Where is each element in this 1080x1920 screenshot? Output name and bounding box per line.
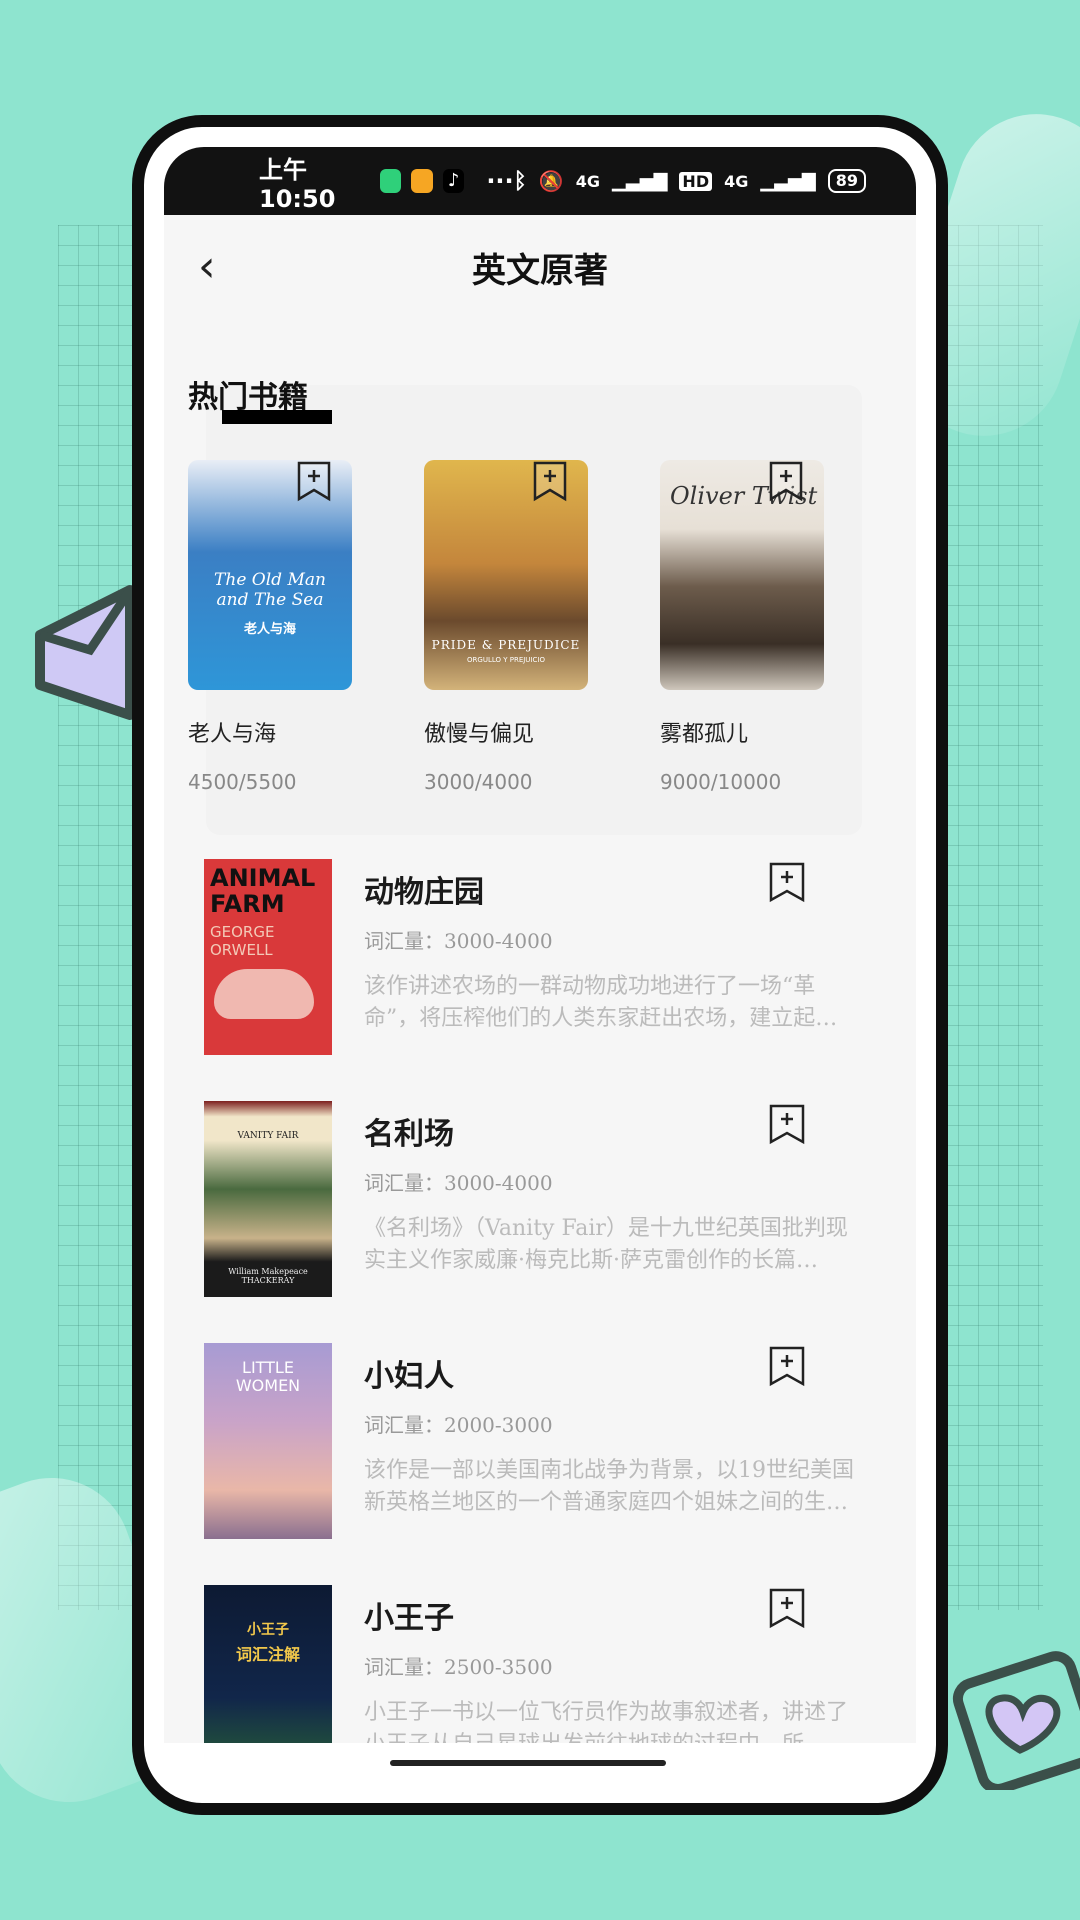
app-icon-orange <box>411 169 433 193</box>
hot-title-underline <box>222 410 332 424</box>
cover-title: LITTLE WOMEN <box>235 1358 301 1395</box>
bookmark-add-icon[interactable] <box>768 460 804 502</box>
cover-author: GEORGE ORWELL <box>210 923 275 959</box>
book-name: 小妇人 <box>364 1359 454 1394</box>
network-2: 4G <box>724 171 749 191</box>
list-item[interactable]: 小王子 词汇注解 小王子 词汇量：2500-3500 小王子一书以一位飞行员作为… <box>164 1585 916 1743</box>
network-1: 4G <box>575 171 601 191</box>
page-title: 英文原著 <box>472 251 608 291</box>
status-time: 上午10:50 <box>259 155 336 213</box>
book-word-count: 3000/4000 <box>424 770 533 794</box>
book-cover: ANIMAL FARM GEORGE ORWELL <box>204 859 332 1055</box>
app-screen: 上午10:50 ♪ ··· ᛒ 🔕 4G ▁▃▅▇ HD 4G ▁▃▅▇ 89 … <box>164 147 916 1743</box>
hd-badge: HD <box>679 171 713 191</box>
cover-subtitle: ORGULLO Y PREJUICIO <box>467 656 545 664</box>
hot-book-oliver-twist[interactable]: Oliver Twist 雾都孤儿 9000/10000 <box>660 460 824 794</box>
bookmark-add-icon[interactable] <box>768 1587 806 1629</box>
book-name: 老人与海 <box>188 722 277 747</box>
book-list: ANIMAL FARM GEORGE ORWELL 动物庄园 词汇量：3000-… <box>164 859 916 1743</box>
list-item[interactable]: LITTLE WOMEN 小妇人 词汇量：2000-3000 该作是一部以美国南… <box>164 1343 916 1585</box>
cover-title: The Old Man and The Sea <box>214 570 326 610</box>
bookmark-add-icon[interactable] <box>768 1103 806 1145</box>
book-name: 名利场 <box>364 1117 454 1152</box>
book-vocab: 词汇量：2000-3000 <box>364 1413 553 1437</box>
book-description: 该作讲述农场的一群动物成功地进行了一场“革命”，将压榨他们的人类东家赶出农场，建… <box>364 974 838 1031</box>
cover-title: 小王子 <box>247 1622 289 1638</box>
book-cover: 小王子 词汇注解 <box>204 1585 332 1743</box>
bluetooth-icon: ᛒ <box>513 168 527 194</box>
bookmark-add-icon[interactable] <box>768 1345 806 1387</box>
list-item[interactable]: ANIMAL FARM GEORGE ORWELL 动物庄园 词汇量：3000-… <box>164 859 916 1101</box>
book-word-count: 4500/5500 <box>188 770 297 794</box>
heart-card-icon <box>952 1651 1080 1790</box>
cover-title: PRIDE & PREJUDICE <box>431 638 581 652</box>
hot-book-old-man-and-sea[interactable]: The Old Man and The Sea 老人与海 老人与海 4500/5… <box>188 460 352 794</box>
cover-title: ANIMAL FARM <box>210 864 316 918</box>
book-cover: LITTLE WOMEN <box>204 1343 332 1539</box>
book-name: 小王子 <box>364 1601 454 1636</box>
book-word-count: 9000/10000 <box>660 770 782 794</box>
book-vocab: 词汇量：3000-4000 <box>364 1171 553 1195</box>
nav-bar: ‹ 英文原著 <box>164 215 916 315</box>
status-right: ᛒ 🔕 4G ▁▃▅▇ HD 4G ▁▃▅▇ 89 <box>514 169 866 194</box>
mute-icon: 🔕 <box>538 169 564 193</box>
bookmark-add-icon[interactable] <box>532 460 568 502</box>
more-notifications-icon: ··· <box>486 167 514 195</box>
bookmark-add-icon[interactable] <box>296 460 332 502</box>
cover-title: VANITY FAIR <box>237 1131 299 1141</box>
book-description: 该作是一部以美国南北战争为背景，以19世纪美国新英格兰地区的一个普通家庭四个姐妹… <box>364 1458 854 1515</box>
gem-icon <box>35 585 135 720</box>
cover-author: William Makepeace THACKERAY <box>228 1267 308 1285</box>
book-name: 雾都孤儿 <box>660 722 749 747</box>
book-vocab: 词汇量：3000-4000 <box>364 929 553 953</box>
book-cover: VANITY FAIR William Makepeace THACKERAY <box>204 1101 332 1297</box>
status-bar: 上午10:50 ♪ ··· ᛒ 🔕 4G ▁▃▅▇ HD 4G ▁▃▅▇ 89 <box>164 147 916 215</box>
book-description: 《名利场》（Vanity Fair）是十九世纪英国批判现实主义作家威廉·梅克比斯… <box>364 1216 848 1273</box>
bookmark-add-icon[interactable] <box>768 861 806 903</box>
cover-subtitle: 词汇注解 <box>235 1645 300 1664</box>
phone-frame: 上午10:50 ♪ ··· ᛒ 🔕 4G ▁▃▅▇ HD 4G ▁▃▅▇ 89 … <box>132 115 948 1815</box>
book-name: 动物庄园 <box>364 875 484 910</box>
battery-indicator: 89 <box>827 169 866 193</box>
book-vocab: 词汇量：2500-3500 <box>364 1655 553 1679</box>
hot-book-pride-and-prejudice[interactable]: PRIDE & PREJUDICE ORGULLO Y PREJUICIO 傲慢… <box>424 460 588 794</box>
signal-icon-2: ▁▃▅▇ <box>760 170 816 192</box>
list-item[interactable]: VANITY FAIR William Makepeace THACKERAY … <box>164 1101 916 1343</box>
tiktok-icon: ♪ <box>442 169 465 193</box>
pig-illustration <box>214 969 314 1019</box>
home-indicator[interactable] <box>390 1760 666 1766</box>
signal-icon: ▁▃▅▇ <box>612 170 668 192</box>
book-description: 小王子一书以一位飞行员作为故事叙述者，讲述了小王子从自己星球出发前往地球的过程中… <box>364 1700 849 1743</box>
cover-subtitle: 老人与海 <box>243 622 296 637</box>
app-icon-green <box>380 169 402 193</box>
book-name: 傲慢与偏见 <box>424 722 535 747</box>
